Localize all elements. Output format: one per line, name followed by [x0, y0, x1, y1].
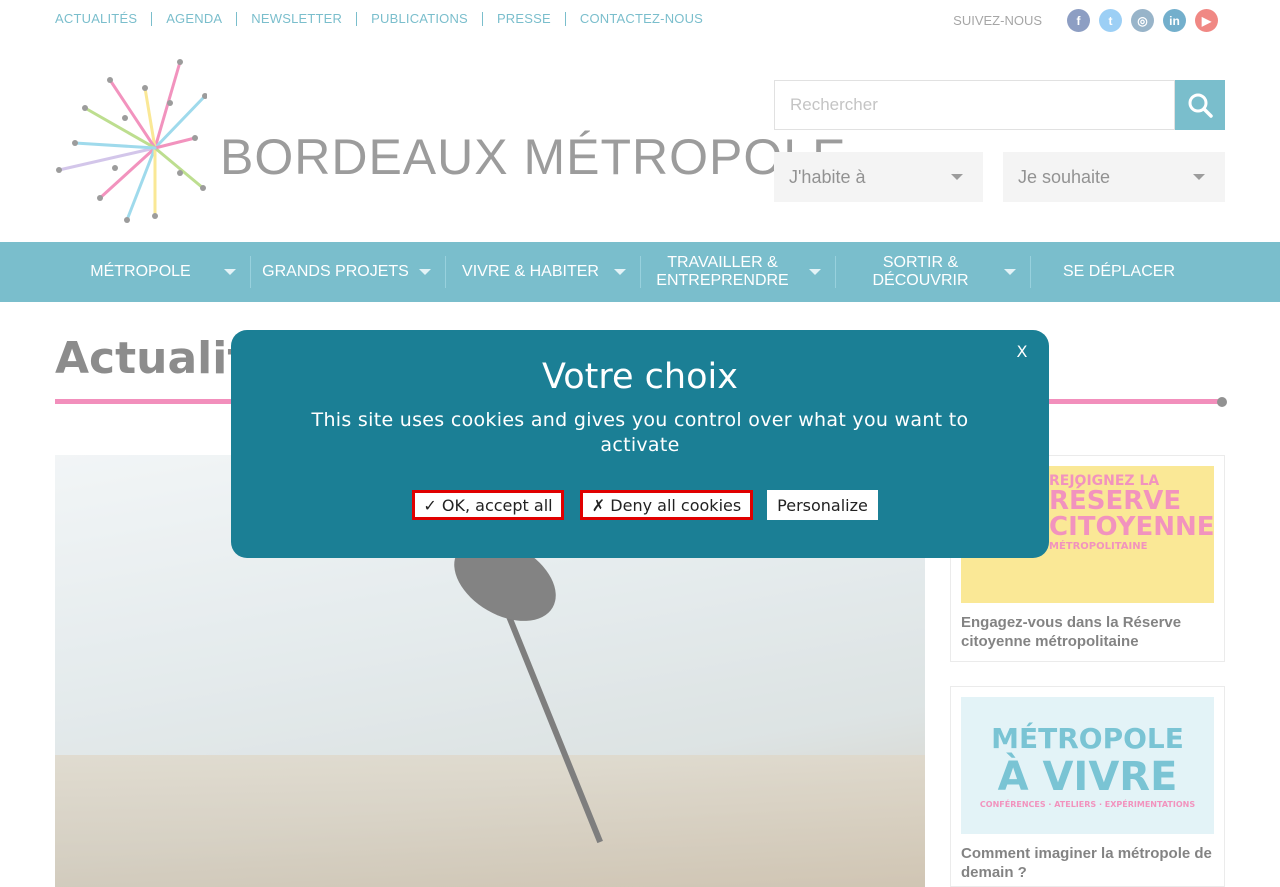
deny-all-button[interactable]: ✗ Deny all cookies [580, 490, 753, 520]
personalize-button[interactable]: Personalize [767, 490, 878, 520]
modal-description: This site uses cookies and gives you con… [311, 409, 969, 456]
cookie-consent-modal: X Votre choix This site uses cookies and… [231, 330, 1049, 558]
accept-all-button[interactable]: ✓ OK, accept all [412, 490, 564, 520]
modal-title: Votre choix [542, 357, 738, 397]
